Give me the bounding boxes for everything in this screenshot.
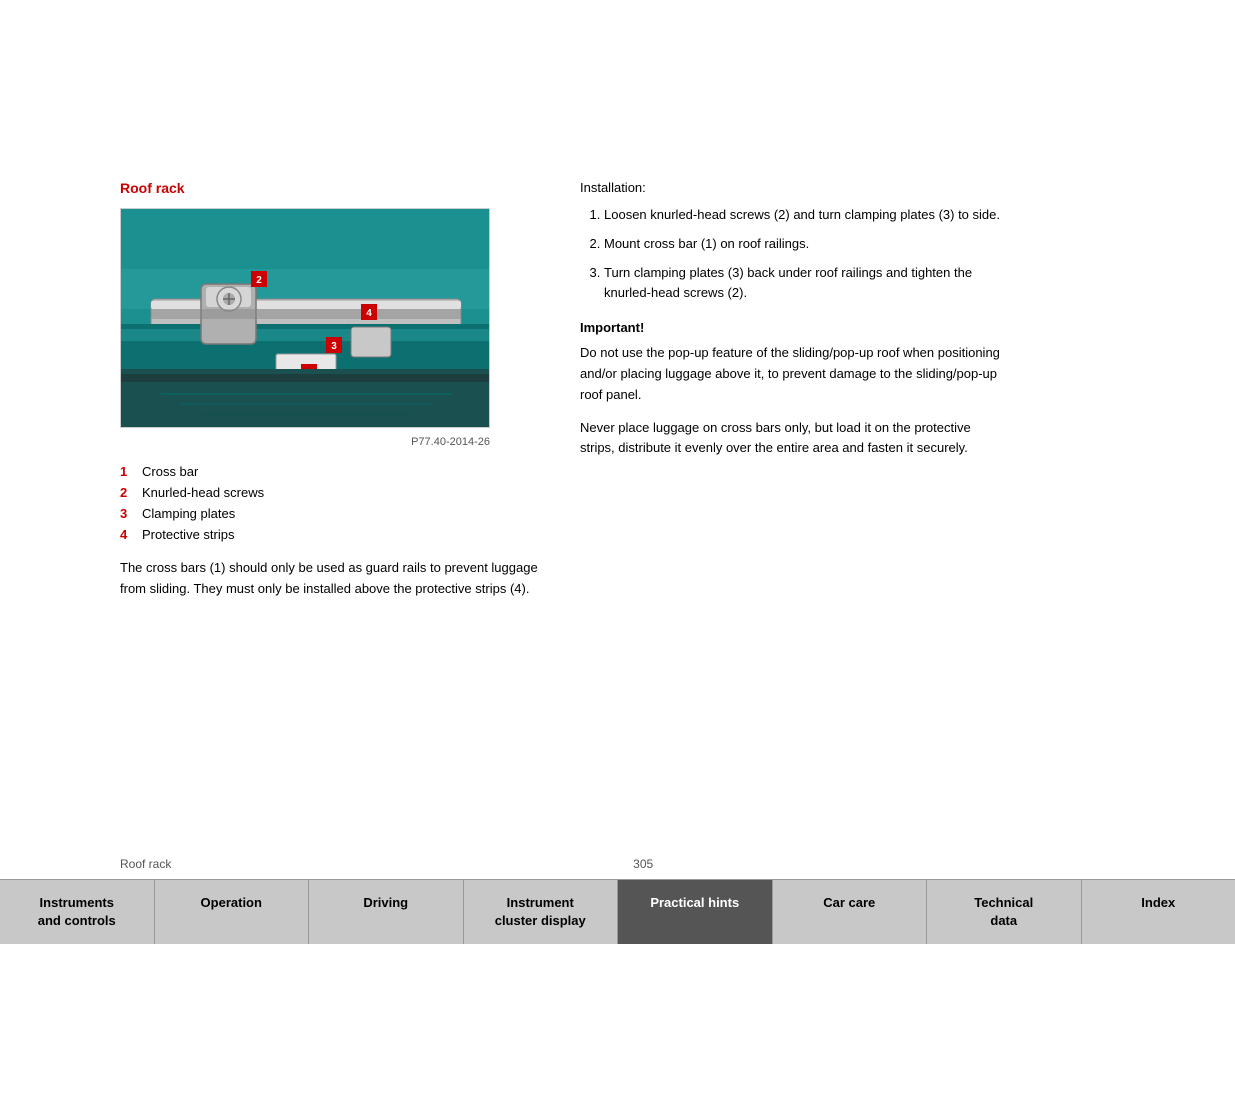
part-label-2: Knurled-head screws	[142, 485, 264, 500]
page-footer: Roof rack 305	[0, 849, 1235, 879]
description-text: The cross bars (1) should only be used a…	[120, 558, 540, 600]
part-number-4: 4	[120, 527, 134, 542]
page-number: 305	[633, 857, 653, 871]
list-item: 3 Clamping plates	[120, 506, 540, 521]
bottom-bar: Roof rack 305 Instrumentsand controls Op…	[0, 849, 1235, 944]
tab-instruments-and-controls[interactable]: Instrumentsand controls	[0, 880, 155, 944]
tab-car-care[interactable]: Car care	[773, 880, 928, 944]
section-title: Roof rack	[120, 180, 540, 196]
tab-instrument-cluster-display[interactable]: Instrumentcluster display	[464, 880, 619, 944]
parts-list: 1 Cross bar 2 Knurled-head screws 3 Clam…	[120, 464, 540, 542]
list-item: 2 Knurled-head screws	[120, 485, 540, 500]
svg-text:4: 4	[366, 308, 372, 319]
part-number-3: 3	[120, 506, 134, 521]
nav-tabs: Instrumentsand controls Operation Drivin…	[0, 879, 1235, 944]
tab-driving[interactable]: Driving	[309, 880, 464, 944]
svg-text:3: 3	[331, 341, 337, 352]
important-heading: Important!	[580, 320, 1000, 335]
list-item: 4 Protective strips	[120, 527, 540, 542]
list-item: 1 Cross bar	[120, 464, 540, 479]
part-label-3: Clamping plates	[142, 506, 235, 521]
page-content: Roof rack	[0, 140, 1235, 620]
important-text-1: Do not use the pop-up feature of the sli…	[580, 343, 1000, 405]
right-column: Installation: Loosen knurled-head screws…	[580, 180, 1000, 600]
tab-operation[interactable]: Operation	[155, 880, 310, 944]
part-label-1: Cross bar	[142, 464, 198, 479]
part-label-4: Protective strips	[142, 527, 234, 542]
tab-index[interactable]: Index	[1082, 880, 1235, 944]
part-number-1: 1	[120, 464, 134, 479]
step-3: Turn clamping plates (3) back under roof…	[604, 263, 1000, 305]
footer-title: Roof rack	[120, 857, 171, 871]
important-text-2: Never place luggage on cross bars only, …	[580, 418, 1000, 460]
step-1: Loosen knurled-head screws (2) and turn …	[604, 205, 1000, 226]
part-number-2: 2	[120, 485, 134, 500]
steps-list: Loosen knurled-head screws (2) and turn …	[580, 205, 1000, 304]
left-column: Roof rack	[120, 180, 540, 600]
image-caption: P77.40-2014-26	[120, 436, 490, 448]
tab-technical-data[interactable]: Technicaldata	[927, 880, 1082, 944]
svg-text:2: 2	[256, 275, 262, 286]
installation-title: Installation:	[580, 180, 1000, 195]
step-2: Mount cross bar (1) on roof railings.	[604, 234, 1000, 255]
roof-rack-image: 2 4 3 1	[120, 208, 490, 428]
tab-practical-hints[interactable]: Practical hints	[618, 880, 773, 944]
